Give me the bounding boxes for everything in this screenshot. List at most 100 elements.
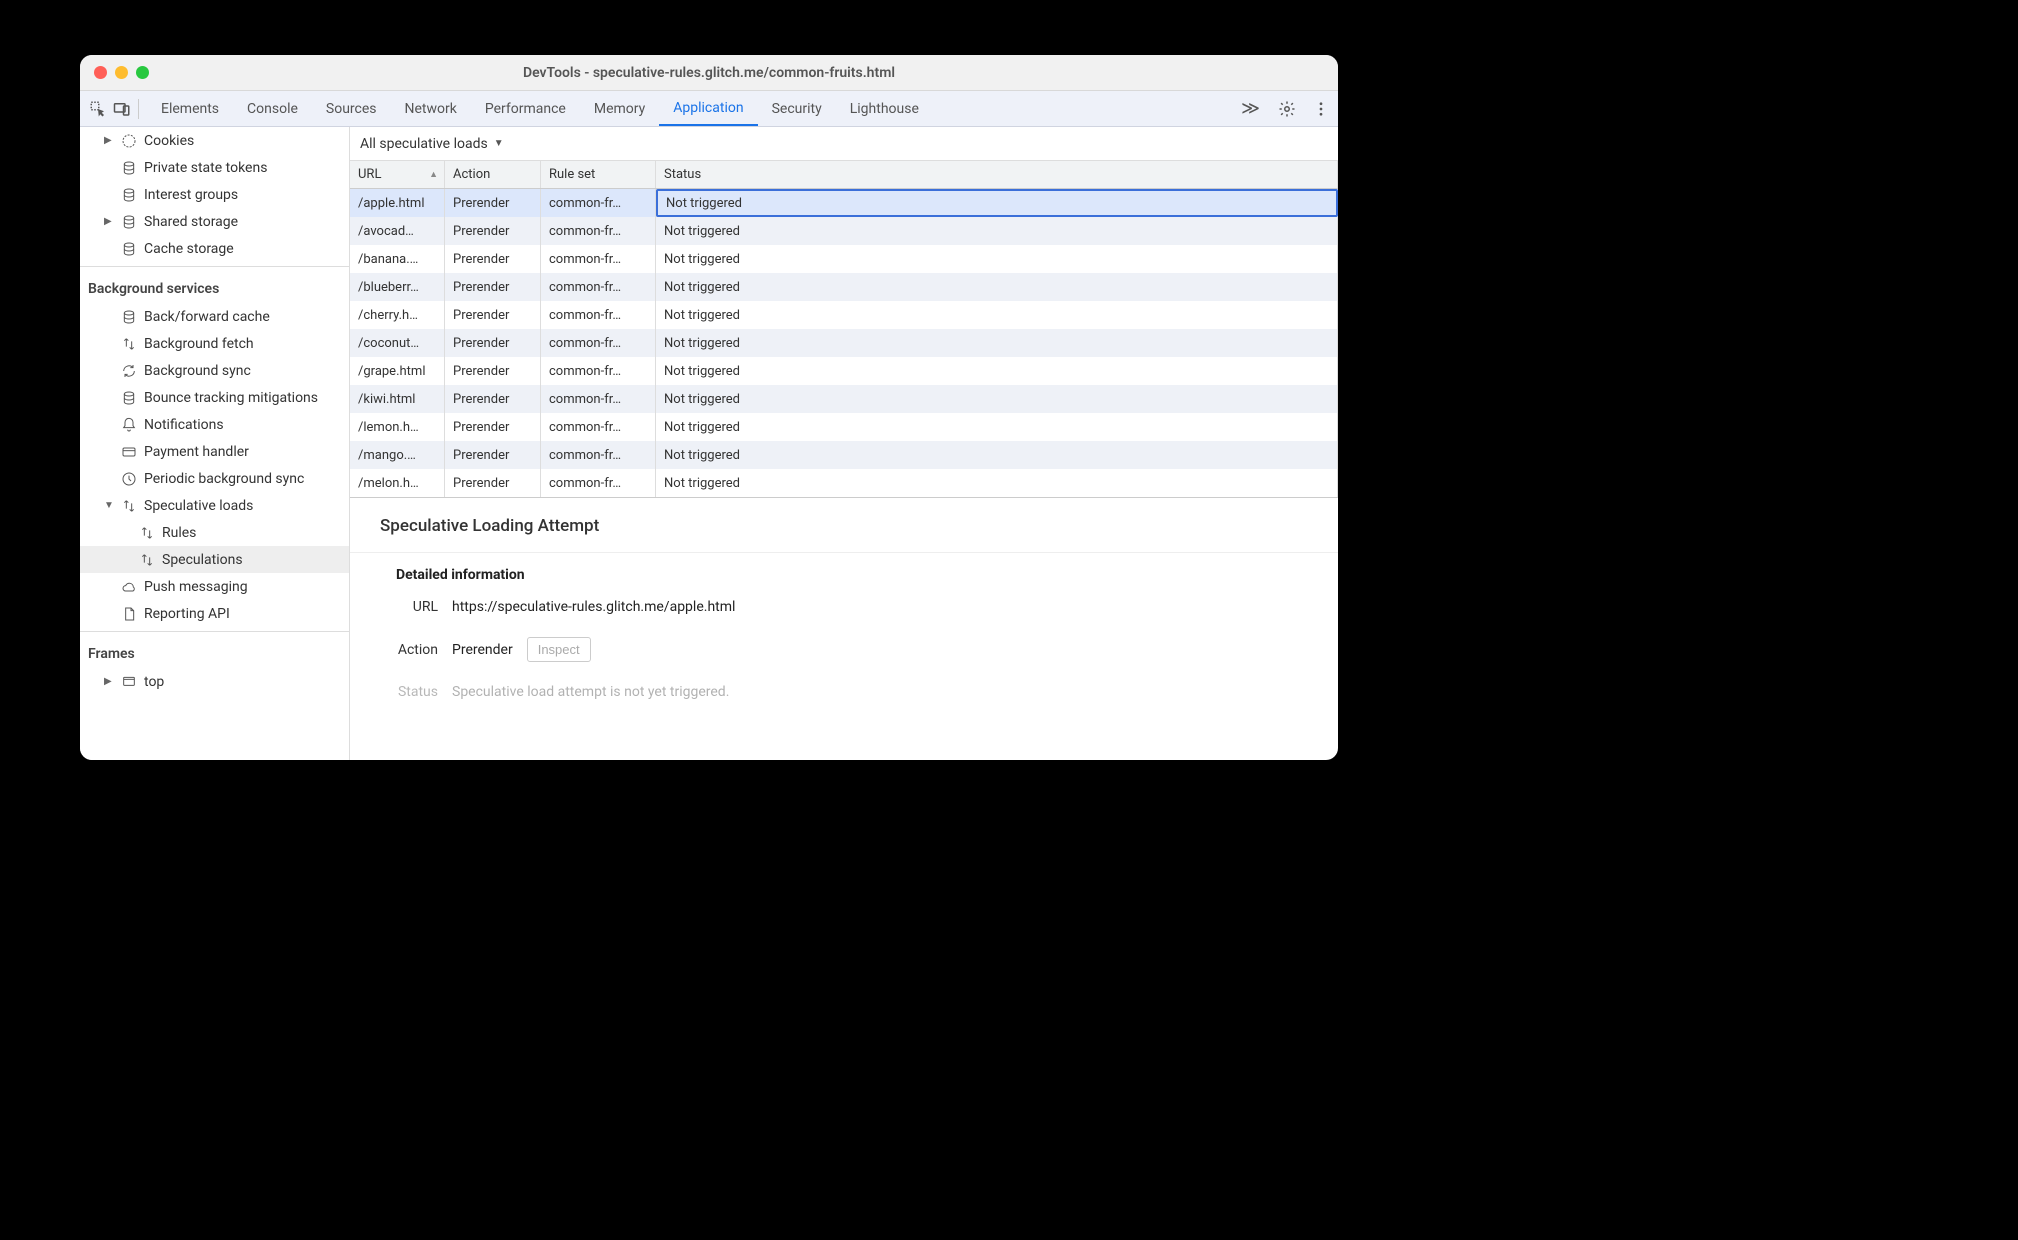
table-row[interactable]: /coconut…Prerendercommon-fr…Not triggere… (350, 329, 1338, 357)
minimize-window-button[interactable] (115, 66, 128, 79)
tab-console[interactable]: Console (233, 91, 312, 126)
cell-action: Prerender (445, 189, 541, 217)
settings-gear-icon[interactable] (1270, 100, 1304, 118)
table-row[interactable]: /mango.…Prerendercommon-fr…Not triggered (350, 441, 1338, 469)
table-row[interactable]: /apple.htmlPrerendercommon-fr…Not trigge… (350, 189, 1338, 217)
tab-security[interactable]: Security (758, 91, 836, 126)
cell-url: /coconut… (350, 329, 445, 357)
sidebar-item-payment-handler[interactable]: Payment handler (80, 438, 349, 465)
device-toolbar-icon[interactable] (110, 100, 134, 118)
inspect-element-icon[interactable] (86, 100, 110, 118)
sidebar-item-top[interactable]: ▶top (80, 668, 349, 695)
sidebar-item-label: top (144, 674, 164, 690)
sidebar-item-background-sync[interactable]: Background sync (80, 357, 349, 384)
sidebar-item-label: Periodic background sync (144, 471, 304, 487)
updown-icon (120, 336, 138, 352)
updown-icon (138, 552, 156, 568)
table-row[interactable]: /banana.…Prerendercommon-fr…Not triggere… (350, 245, 1338, 273)
cell-ruleset: common-fr… (541, 217, 656, 245)
table-row[interactable]: /avocad…Prerendercommon-fr…Not triggered (350, 217, 1338, 245)
chevron-right-icon: ▶ (104, 135, 114, 146)
sidebar-item-speculative-loads[interactable]: ▼Speculative loads (80, 492, 349, 519)
table-header: URL ▲ Action Rule set Status (350, 161, 1338, 189)
cell-action: Prerender (445, 301, 541, 329)
cell-ruleset: common-fr… (541, 441, 656, 469)
doc-icon (120, 606, 138, 622)
tab-sources[interactable]: Sources (312, 91, 391, 126)
details-title: Speculative Loading Attempt (380, 516, 1314, 536)
filter-dropdown[interactable]: All speculative loads ▼ (350, 127, 1338, 161)
cell-action: Prerender (445, 217, 541, 245)
sync-icon (120, 363, 138, 379)
table-row[interactable]: /grape.htmlPrerendercommon-fr…Not trigge… (350, 357, 1338, 385)
db-icon (120, 214, 138, 230)
cell-url: /blueberr… (350, 273, 445, 301)
cell-action: Prerender (445, 385, 541, 413)
table-row[interactable]: /melon.h…Prerendercommon-fr…Not triggere… (350, 469, 1338, 497)
sidebar-item-label: Interest groups (144, 187, 238, 203)
sidebar-item-notifications[interactable]: Notifications (80, 411, 349, 438)
sidebar-item-background-fetch[interactable]: Background fetch (80, 330, 349, 357)
tab-memory[interactable]: Memory (580, 91, 659, 126)
cell-action: Prerender (445, 273, 541, 301)
cell-ruleset: common-fr… (541, 329, 656, 357)
tab-application[interactable]: Application (659, 91, 757, 126)
cell-status: Not triggered (656, 301, 1338, 329)
db-icon (120, 241, 138, 257)
cell-ruleset: common-fr… (541, 301, 656, 329)
cell-status: Not triggered (656, 441, 1338, 469)
card-icon (120, 444, 138, 460)
cell-action: Prerender (445, 357, 541, 385)
sidebar-item-label: Payment handler (144, 444, 249, 460)
cell-status: Not triggered (656, 357, 1338, 385)
main-panel: All speculative loads ▼ URL ▲ Action Rul… (350, 127, 1338, 760)
column-header-url[interactable]: URL ▲ (350, 161, 445, 188)
db-icon (120, 187, 138, 203)
close-window-button[interactable] (94, 66, 107, 79)
tab-lighthouse[interactable]: Lighthouse (836, 91, 933, 126)
divider (80, 266, 349, 267)
detail-label-action: Action (378, 642, 438, 658)
sidebar-item-label: Speculative loads (144, 498, 253, 514)
table-row[interactable]: /cherry.h…Prerendercommon-fr…Not trigger… (350, 301, 1338, 329)
sidebar-item-bounce-tracking-mitigations[interactable]: Bounce tracking mitigations (80, 384, 349, 411)
sidebar-item-cookies[interactable]: ▶Cookies (80, 127, 349, 154)
more-menu-icon[interactable] (1304, 100, 1338, 118)
divider (80, 631, 349, 632)
sidebar-item-reporting-api[interactable]: Reporting API (80, 600, 349, 627)
sidebar-item-interest-groups[interactable]: Interest groups (80, 181, 349, 208)
column-header-ruleset[interactable]: Rule set (541, 161, 656, 188)
sidebar-item-periodic-background-sync[interactable]: Periodic background sync (80, 465, 349, 492)
cell-ruleset: common-fr… (541, 357, 656, 385)
column-header-status[interactable]: Status (656, 161, 1338, 188)
sort-asc-icon: ▲ (429, 169, 438, 180)
cell-status: Not triggered (656, 189, 1338, 217)
cell-url: /kiwi.html (350, 385, 445, 413)
sidebar-item-back-forward-cache[interactable]: Back/forward cache (80, 303, 349, 330)
sidebar-item-speculations[interactable]: Speculations (80, 546, 349, 573)
table-row[interactable]: /blueberr…Prerendercommon-fr…Not trigger… (350, 273, 1338, 301)
column-header-action[interactable]: Action (445, 161, 541, 188)
cell-url: /avocad… (350, 217, 445, 245)
cell-url: /mango.… (350, 441, 445, 469)
tab-elements[interactable]: Elements (147, 91, 233, 126)
sidebar-item-rules[interactable]: Rules (80, 519, 349, 546)
sidebar-item-label: Speculations (162, 552, 243, 568)
sidebar-item-cache-storage[interactable]: Cache storage (80, 235, 349, 262)
cell-url: /banana.… (350, 245, 445, 273)
table-row[interactable]: /kiwi.htmlPrerendercommon-fr…Not trigger… (350, 385, 1338, 413)
sidebar-item-push-messaging[interactable]: Push messaging (80, 573, 349, 600)
overflow-tabs-icon[interactable]: ≫ (1231, 98, 1270, 119)
sidebar-item-private-state-tokens[interactable]: Private state tokens (80, 154, 349, 181)
col-label: URL (358, 167, 381, 182)
cell-action: Prerender (445, 245, 541, 273)
cell-status: Not triggered (656, 469, 1338, 497)
zoom-window-button[interactable] (136, 66, 149, 79)
table-row[interactable]: /lemon.h…Prerendercommon-fr…Not triggere… (350, 413, 1338, 441)
tab-network[interactable]: Network (391, 91, 471, 126)
sidebar-item-shared-storage[interactable]: ▶Shared storage (80, 208, 349, 235)
cell-ruleset: common-fr… (541, 189, 656, 217)
inspect-button[interactable]: Inspect (527, 637, 591, 662)
cell-status: Not triggered (656, 329, 1338, 357)
tab-performance[interactable]: Performance (471, 91, 580, 126)
